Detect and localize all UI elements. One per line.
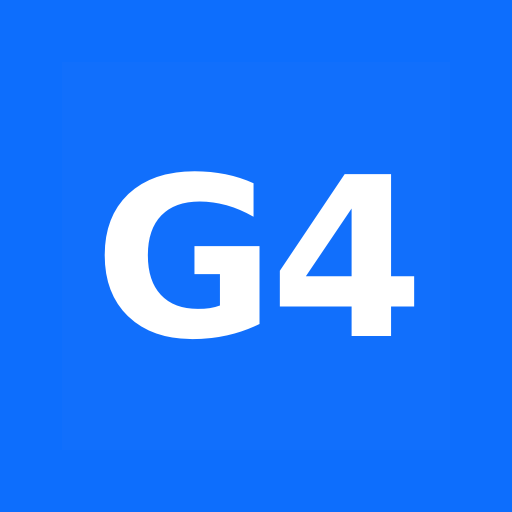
app-icon-tile: G4 — [0, 0, 512, 512]
g4-logo: G4 — [0, 0, 512, 512]
logo-text: G4 — [94, 131, 419, 389]
